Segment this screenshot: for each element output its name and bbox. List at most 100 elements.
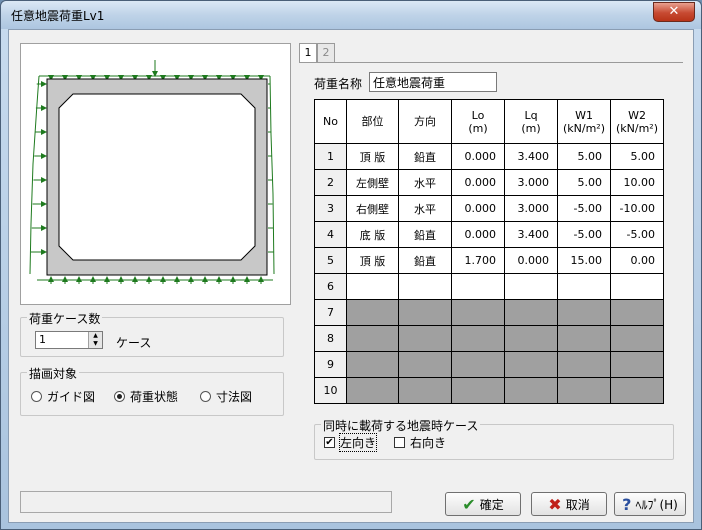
cell-part[interactable]: 左側壁 — [346, 169, 399, 196]
cell-w2[interactable]: -10.00 — [610, 195, 664, 222]
cell-disabled — [346, 325, 399, 352]
cell-w1[interactable]: 5.00 — [557, 169, 611, 196]
cell-part[interactable]: 右側壁 — [346, 195, 399, 222]
tab-2[interactable]: 2 — [317, 43, 335, 62]
table-row: 6 — [314, 273, 664, 300]
cell-direction[interactable]: 鉛直 — [398, 221, 452, 248]
ok-button[interactable]: ✔ 確定 — [445, 492, 521, 516]
cell-w2[interactable]: -5.00 — [610, 221, 664, 248]
cell-part[interactable]: 頂 版 — [346, 143, 399, 170]
row-number[interactable]: 1 — [314, 143, 347, 170]
col-w2: W2 (kN/m²) — [610, 99, 664, 144]
cell-disabled — [398, 325, 452, 352]
row-number[interactable]: 8 — [314, 325, 347, 352]
case-count-value: 1 — [39, 333, 46, 346]
row-number[interactable]: 2 — [314, 169, 347, 196]
cell-w1[interactable]: 5.00 — [557, 143, 611, 170]
cell-w2[interactable]: 10.00 — [610, 169, 664, 196]
dialog-window: 任意地震荷重Lv1 ✕ 荷重ケース数 1 ▲ ▼ ケース 描画対象 ガイド図 荷… — [0, 0, 702, 530]
close-button[interactable]: ✕ — [653, 2, 695, 22]
cell-lo[interactable]: 0.000 — [451, 221, 505, 248]
cell-disabled — [610, 325, 664, 352]
radio-guide-dot — [31, 391, 42, 402]
cell-disabled — [557, 351, 611, 378]
checkbox-left[interactable]: ✔ 左向き — [324, 433, 378, 452]
row-number[interactable]: 6 — [314, 273, 347, 300]
help-label: ﾍﾙﾌﾟ(H) — [635, 497, 678, 512]
table-row: 5 頂 版 鉛直 1.700 0.000 15.00 0.00 — [314, 247, 664, 274]
cell-w1[interactable]: -5.00 — [557, 221, 611, 248]
col-no: No — [314, 99, 347, 144]
radio-guide-label: ガイド図 — [47, 390, 96, 404]
spin-down-icon[interactable]: ▼ — [88, 340, 102, 348]
simultaneous-case-title: 同時に載荷する地震時ケース — [321, 417, 481, 434]
load-name-input[interactable]: 任意地震荷重 — [369, 72, 497, 92]
cell-w2[interactable] — [610, 273, 664, 300]
col-lo: Lo (m) — [451, 99, 505, 144]
cancel-button[interactable]: ✖ 取消 — [531, 492, 607, 516]
radio-dimension-label: 寸法図 — [216, 390, 253, 404]
table-row: 3 右側壁 水平 0.000 3.000 -5.00 -10.00 — [314, 195, 664, 222]
cell-part[interactable] — [346, 273, 399, 300]
cell-w1[interactable] — [557, 273, 611, 300]
dialog-client: 荷重ケース数 1 ▲ ▼ ケース 描画対象 ガイド図 荷重状態 寸法図 1 2 … — [8, 29, 694, 523]
checkbox-right-box — [394, 437, 405, 448]
row-number[interactable]: 3 — [314, 195, 347, 222]
checkbox-left-label: 左向き — [338, 433, 378, 452]
table-row: 2 左側壁 水平 0.000 3.000 5.00 10.00 — [314, 169, 664, 196]
title-bar[interactable]: 任意地震荷重Lv1 ✕ — [1, 1, 701, 29]
cell-disabled — [557, 325, 611, 352]
radio-guide[interactable]: ガイド図 — [31, 388, 95, 405]
row-number[interactable]: 10 — [314, 377, 347, 404]
cell-lq[interactable]: 3.400 — [504, 143, 558, 170]
row-number[interactable]: 5 — [314, 247, 347, 274]
case-count-title: 荷重ケース数 — [27, 310, 103, 327]
row-number[interactable]: 7 — [314, 299, 347, 326]
radio-dimension[interactable]: 寸法図 — [200, 388, 252, 405]
draw-target-title: 描画対象 — [27, 365, 80, 382]
cell-lo[interactable]: 0.000 — [451, 169, 505, 196]
tab-1[interactable]: 1 — [299, 43, 317, 62]
load-table: No 部位 方向 Lo (m) Lq (m) W1 (kN/m²) W2 (kN… — [314, 99, 664, 404]
help-button[interactable]: ? ﾍﾙﾌﾟ(H) — [614, 492, 686, 516]
cell-direction[interactable] — [398, 273, 452, 300]
cell-w2[interactable]: 0.00 — [610, 247, 664, 274]
checkbox-left-box: ✔ — [324, 437, 335, 448]
cell-lo[interactable] — [451, 273, 505, 300]
cell-disabled — [504, 299, 558, 326]
cell-disabled — [504, 325, 558, 352]
cell-disabled — [346, 351, 399, 378]
case-count-spinner[interactable]: 1 ▲ ▼ — [35, 331, 103, 349]
cell-disabled — [504, 377, 558, 404]
radio-load-state[interactable]: 荷重状態 — [114, 388, 178, 405]
cell-w2[interactable]: 5.00 — [610, 143, 664, 170]
cell-part[interactable]: 頂 版 — [346, 247, 399, 274]
cell-direction[interactable]: 水平 — [398, 195, 452, 222]
spin-up-icon[interactable]: ▲ — [88, 332, 102, 340]
cell-w1[interactable]: 15.00 — [557, 247, 611, 274]
cell-lo[interactable]: 0.000 — [451, 143, 505, 170]
cell-direction[interactable]: 鉛直 — [398, 143, 452, 170]
checkbox-right[interactable]: 右向き — [394, 434, 446, 451]
row-number[interactable]: 9 — [314, 351, 347, 378]
cell-direction[interactable]: 水平 — [398, 169, 452, 196]
cell-lo[interactable]: 1.700 — [451, 247, 505, 274]
cell-lo[interactable]: 0.000 — [451, 195, 505, 222]
question-icon: ? — [622, 494, 632, 514]
cell-w1[interactable]: -5.00 — [557, 195, 611, 222]
table-row: 4 底 版 鉛直 0.000 3.400 -5.00 -5.00 — [314, 221, 664, 248]
cell-lq[interactable]: 3.000 — [504, 169, 558, 196]
cell-disabled — [451, 351, 505, 378]
table-row: 8 — [314, 325, 664, 352]
cell-lq[interactable]: 3.400 — [504, 221, 558, 248]
cell-lq[interactable]: 0.000 — [504, 247, 558, 274]
cell-lq[interactable]: 3.000 — [504, 195, 558, 222]
row-number[interactable]: 4 — [314, 221, 347, 248]
cell-lq[interactable] — [504, 273, 558, 300]
cell-part[interactable]: 底 版 — [346, 221, 399, 248]
cell-direction[interactable]: 鉛直 — [398, 247, 452, 274]
table-row: 7 — [314, 299, 664, 326]
cell-disabled — [346, 299, 399, 326]
radio-dimension-dot — [200, 391, 211, 402]
tab-panel: 荷重名称 任意地震荷重 No 部位 方向 Lo (m) Lq (m) W1 (k… — [299, 62, 683, 482]
